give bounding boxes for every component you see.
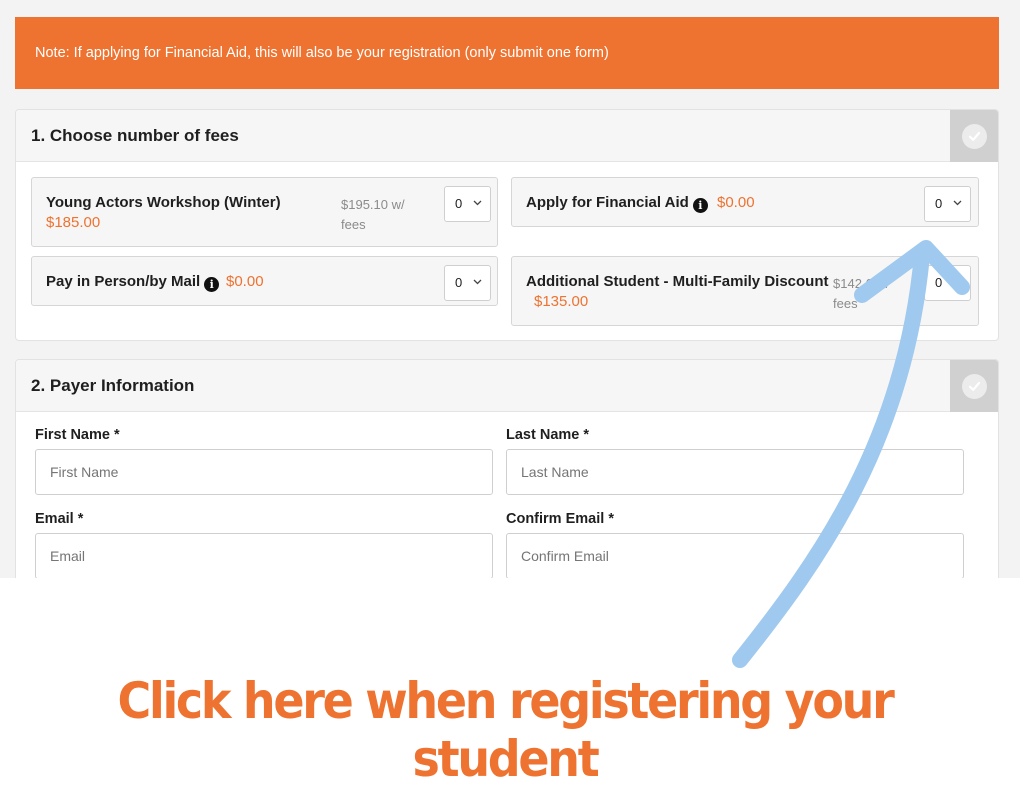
fees-section: 1. Choose number of fees Young Actors Wo… (15, 109, 999, 341)
quantity-value: 0 (935, 196, 943, 211)
fee-name-wrap: Apply for Financial Aid i (526, 194, 708, 213)
email-input[interactable] (35, 533, 493, 578)
fee-quantity-select[interactable]: 0 (924, 186, 971, 222)
chevron-down-icon (473, 279, 482, 285)
quantity-value: 0 (455, 196, 463, 211)
chevron-down-icon (473, 200, 482, 206)
info-icon[interactable]: i (692, 198, 708, 213)
fees-section-title: 1. Choose number of fees (31, 126, 239, 145)
email-label: Email * (35, 511, 84, 527)
confirm-email-input[interactable] (506, 533, 964, 578)
fee-price-with-fees: $195.10 w/ fees (341, 197, 405, 232)
quantity-value: 0 (935, 275, 943, 290)
last-name-input[interactable] (506, 449, 964, 495)
payer-section-header[interactable]: 2. Payer Information (16, 360, 998, 412)
check-icon (961, 123, 987, 149)
fees-section-status (950, 110, 998, 162)
fee-price-with-fees: $142.6 w/ fees (833, 276, 890, 311)
fee-name: Apply for Financial Aid (526, 194, 689, 211)
fee-card-pay-in-person: Pay in Person/by Mail i $0.00 0 (31, 256, 498, 306)
fee-card-financial-aid: Apply for Financial Aid i $0.00 0 (511, 177, 979, 227)
fee-name: Pay in Person/by Mail (46, 273, 201, 290)
note-text: Note: If applying for Financial Aid, thi… (35, 45, 609, 61)
check-icon (961, 373, 987, 399)
fee-quantity-select[interactable]: 0 (444, 265, 491, 301)
fees-section-header[interactable]: 1. Choose number of fees (16, 110, 998, 162)
first-name-label: First Name * (35, 427, 120, 443)
fee-price: $135.00 (534, 293, 589, 310)
registration-form: Note: If applying for Financial Aid, thi… (0, 0, 1020, 578)
fee-name: Additional Student - Multi-Family Discou… (526, 273, 829, 290)
payer-section-status (950, 360, 998, 412)
fee-quantity-select[interactable]: 0 (444, 186, 491, 222)
fee-price: $0.00 (226, 273, 264, 290)
last-name-label: Last Name * (506, 427, 590, 443)
fee-name: Young Actors Workshop (Winter) (46, 194, 281, 211)
first-name-input[interactable] (35, 449, 493, 495)
annotation-caption: Click here when registering your student (117, 672, 895, 788)
fee-quantity-select[interactable]: 0 (924, 265, 971, 301)
fee-card-young-actors-workshop: Young Actors Workshop (Winter) $185.00 $… (31, 177, 498, 247)
confirm-email-label: Confirm Email * (506, 511, 614, 527)
fee-price: $0.00 (717, 194, 755, 211)
payer-information-section: 2. Payer Information First Name * Last N… (15, 359, 999, 578)
chevron-down-icon (953, 200, 962, 206)
info-icon[interactable]: i (204, 277, 220, 292)
quantity-value: 0 (455, 275, 463, 290)
chevron-down-icon (953, 279, 962, 285)
fee-price: $185.00 (46, 214, 101, 231)
financial-aid-note-banner: Note: If applying for Financial Aid, thi… (15, 17, 999, 89)
fee-card-multi-family-discount: Additional Student - Multi-Family Discou… (511, 256, 979, 326)
payer-section-title: 2. Payer Information (31, 376, 195, 395)
fee-name-wrap: Pay in Person/by Mail i (46, 273, 220, 292)
